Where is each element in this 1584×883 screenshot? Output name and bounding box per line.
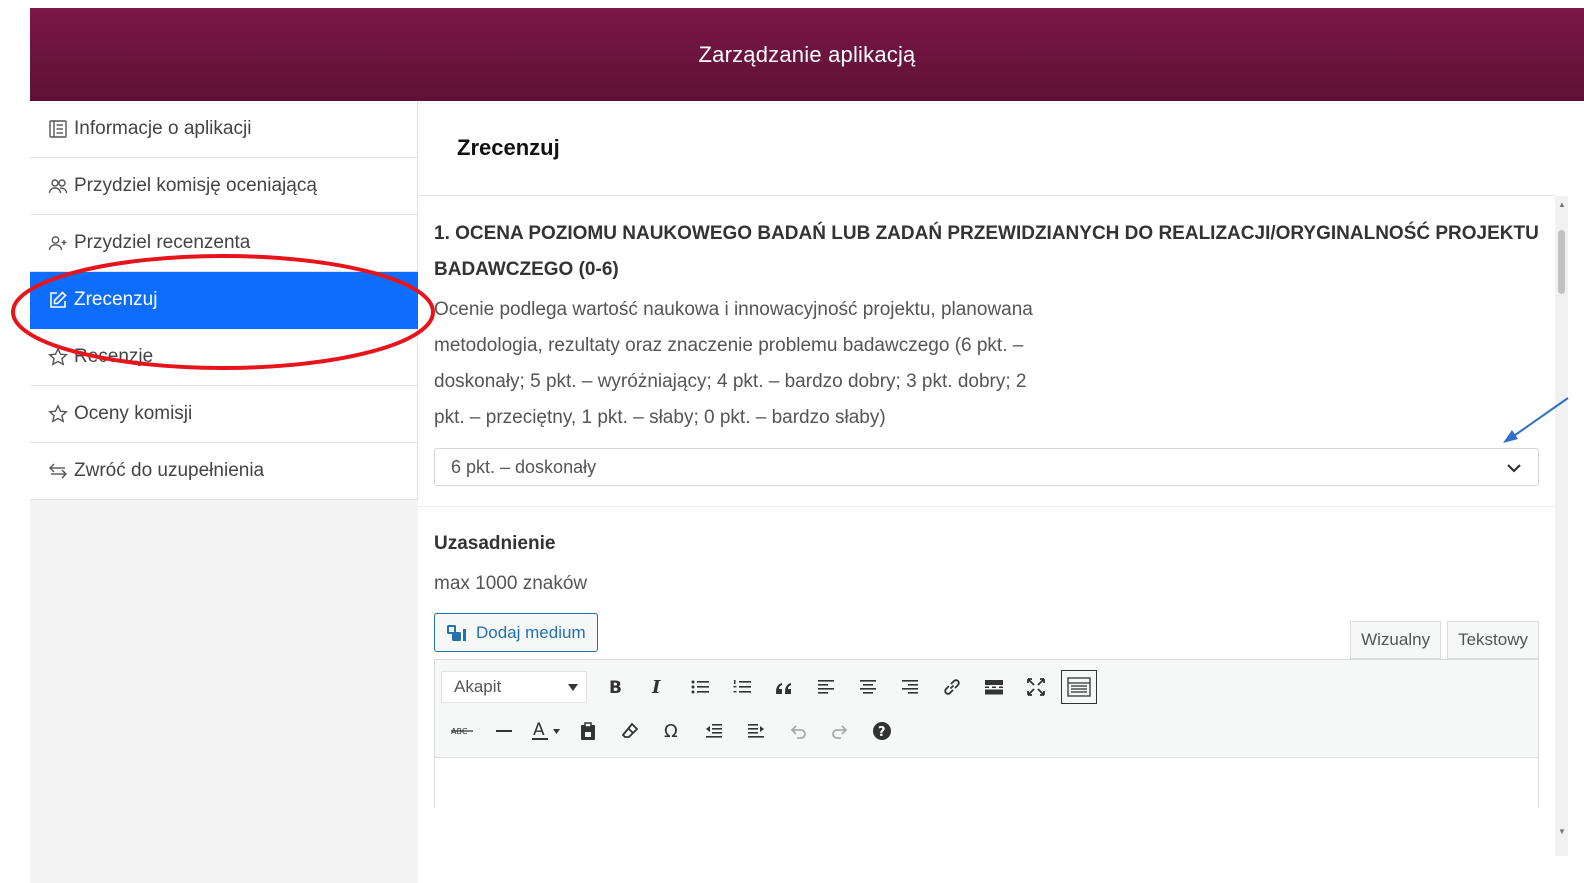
strikethrough-icon[interactable]: ABC — [441, 713, 483, 749]
scroll-thumb[interactable] — [1558, 230, 1565, 294]
text-color-icon[interactable]: A — [525, 713, 567, 749]
sidebar-item-zwroc[interactable]: Zwróć do uzupełnienia — [30, 443, 418, 500]
justification-hint: max 1000 znaków — [434, 573, 588, 594]
svg-text:?: ? — [878, 725, 886, 740]
sidebar-item-komisja[interactable]: Przydziel komisję oceniającą — [30, 158, 418, 215]
sidebar-item-label: Recenzje — [74, 346, 154, 367]
sidebar-item-recenzje[interactable]: Recenzje — [30, 329, 418, 386]
format-select[interactable]: Akapit — [441, 671, 587, 703]
editor-top-bar: Dodaj medium Wizualny Tekstowy — [434, 613, 1539, 659]
swap-arrows-icon — [48, 461, 72, 481]
sidebar-item-zrecenzuj[interactable]: Zrecenzuj — [30, 272, 418, 329]
sidebar-item-label: Przydziel recenzenta — [74, 232, 251, 253]
person-add-icon — [48, 233, 72, 253]
toolbar-toggle-icon[interactable] — [1061, 670, 1097, 704]
tab-tekstowy[interactable]: Tekstowy — [1447, 621, 1539, 659]
format-select-value: Akapit — [454, 677, 502, 696]
paste-text-icon[interactable] — [567, 713, 609, 749]
svg-text:I: I — [651, 678, 661, 696]
align-left-icon[interactable] — [805, 669, 847, 705]
score-select-value: 6 pkt. – doskonały — [451, 456, 597, 477]
undo-icon[interactable] — [777, 713, 819, 749]
add-media-label: Dodaj medium — [476, 622, 586, 642]
bullet-list-icon[interactable] — [679, 669, 721, 705]
star-icon — [48, 347, 72, 367]
redo-icon[interactable] — [819, 713, 861, 749]
outdent-icon[interactable] — [693, 713, 735, 749]
align-center-icon[interactable] — [847, 669, 889, 705]
sidebar: Informacje o aplikacji Przydziel komisję… — [30, 101, 418, 883]
sidebar-item-recenzent[interactable]: Przydziel recenzenta — [30, 215, 418, 272]
special-character-icon[interactable]: Ω — [651, 713, 693, 749]
score-select[interactable]: 6 pkt. – doskonały — [434, 448, 1539, 486]
media-icon — [446, 623, 468, 643]
scroll-down-icon[interactable]: ▼ — [1558, 827, 1566, 836]
star-icon — [48, 404, 72, 424]
editor-toolbar: Akapit B I ABC A Ω ? — [434, 659, 1539, 758]
page-title: Zrecenzuj — [418, 101, 1555, 196]
section-divider — [418, 506, 1555, 507]
svg-text:B: B — [609, 678, 622, 696]
people-icon — [48, 176, 72, 196]
add-media-button[interactable]: Dodaj medium — [434, 613, 598, 652]
app-header: Zarządzanie aplikacją — [30, 8, 1584, 101]
sidebar-item-label: Informacje o aplikacji — [74, 118, 252, 139]
tab-wizualny[interactable]: Wizualny — [1350, 621, 1442, 659]
edit-icon — [48, 290, 72, 310]
toolbar-row-1: Akapit B I — [441, 665, 1532, 709]
caret-down-icon — [568, 677, 578, 697]
align-right-icon[interactable] — [889, 669, 931, 705]
indent-icon[interactable] — [735, 713, 777, 749]
horizontal-line-icon[interactable] — [483, 713, 525, 749]
sidebar-item-label: Oceny komisji — [74, 403, 193, 424]
question-description: Ocenie podlega wartość naukowa i innowac… — [434, 299, 1033, 428]
toolbar-row-2: ABC A Ω ? — [441, 709, 1532, 753]
bold-icon[interactable]: B — [595, 669, 637, 705]
sidebar-item-oceny-komisji[interactable]: Oceny komisji — [30, 386, 418, 443]
clear-format-icon[interactable] — [609, 713, 651, 749]
blockquote-icon[interactable] — [763, 669, 805, 705]
link-icon[interactable] — [931, 669, 973, 705]
header-title: Zarządzanie aplikacją — [698, 41, 916, 67]
sidebar-item-informacje[interactable]: Informacje o aplikacji — [30, 101, 418, 158]
main-scrollbar[interactable]: ▲ ▼ — [1555, 196, 1568, 856]
editor-tabs: Wizualny Tekstowy — [1344, 621, 1539, 659]
chevron-down-icon — [1506, 457, 1522, 478]
justification-label: Uzasadnienie — [434, 533, 556, 554]
scroll-up-icon[interactable]: ▲ — [1558, 200, 1566, 209]
help-icon[interactable]: ? — [861, 713, 903, 749]
question-section: 1. OCENA POZIOMU NAUKOWEGO BADAŃ LUB ZAD… — [418, 216, 1555, 808]
question-title: 1. OCENA POZIOMU NAUKOWEGO BADAŃ LUB ZAD… — [434, 223, 1539, 280]
main-panel: Zrecenzuj 1. OCENA POZIOMU NAUKOWEGO BAD… — [418, 101, 1555, 883]
svg-text:Ω: Ω — [664, 721, 678, 741]
svg-text:A: A — [533, 720, 545, 740]
italic-icon[interactable]: I — [637, 669, 679, 705]
read-more-icon[interactable] — [973, 669, 1015, 705]
sidebar-item-label: Zrecenzuj — [74, 289, 158, 310]
numbered-list-icon[interactable] — [721, 669, 763, 705]
document-list-icon — [48, 119, 72, 139]
editor-content-area[interactable] — [434, 758, 1539, 808]
sidebar-item-label: Przydziel komisję oceniającą — [74, 175, 317, 196]
fullscreen-icon[interactable] — [1015, 669, 1057, 705]
sidebar-item-label: Zwróć do uzupełnienia — [74, 460, 265, 481]
